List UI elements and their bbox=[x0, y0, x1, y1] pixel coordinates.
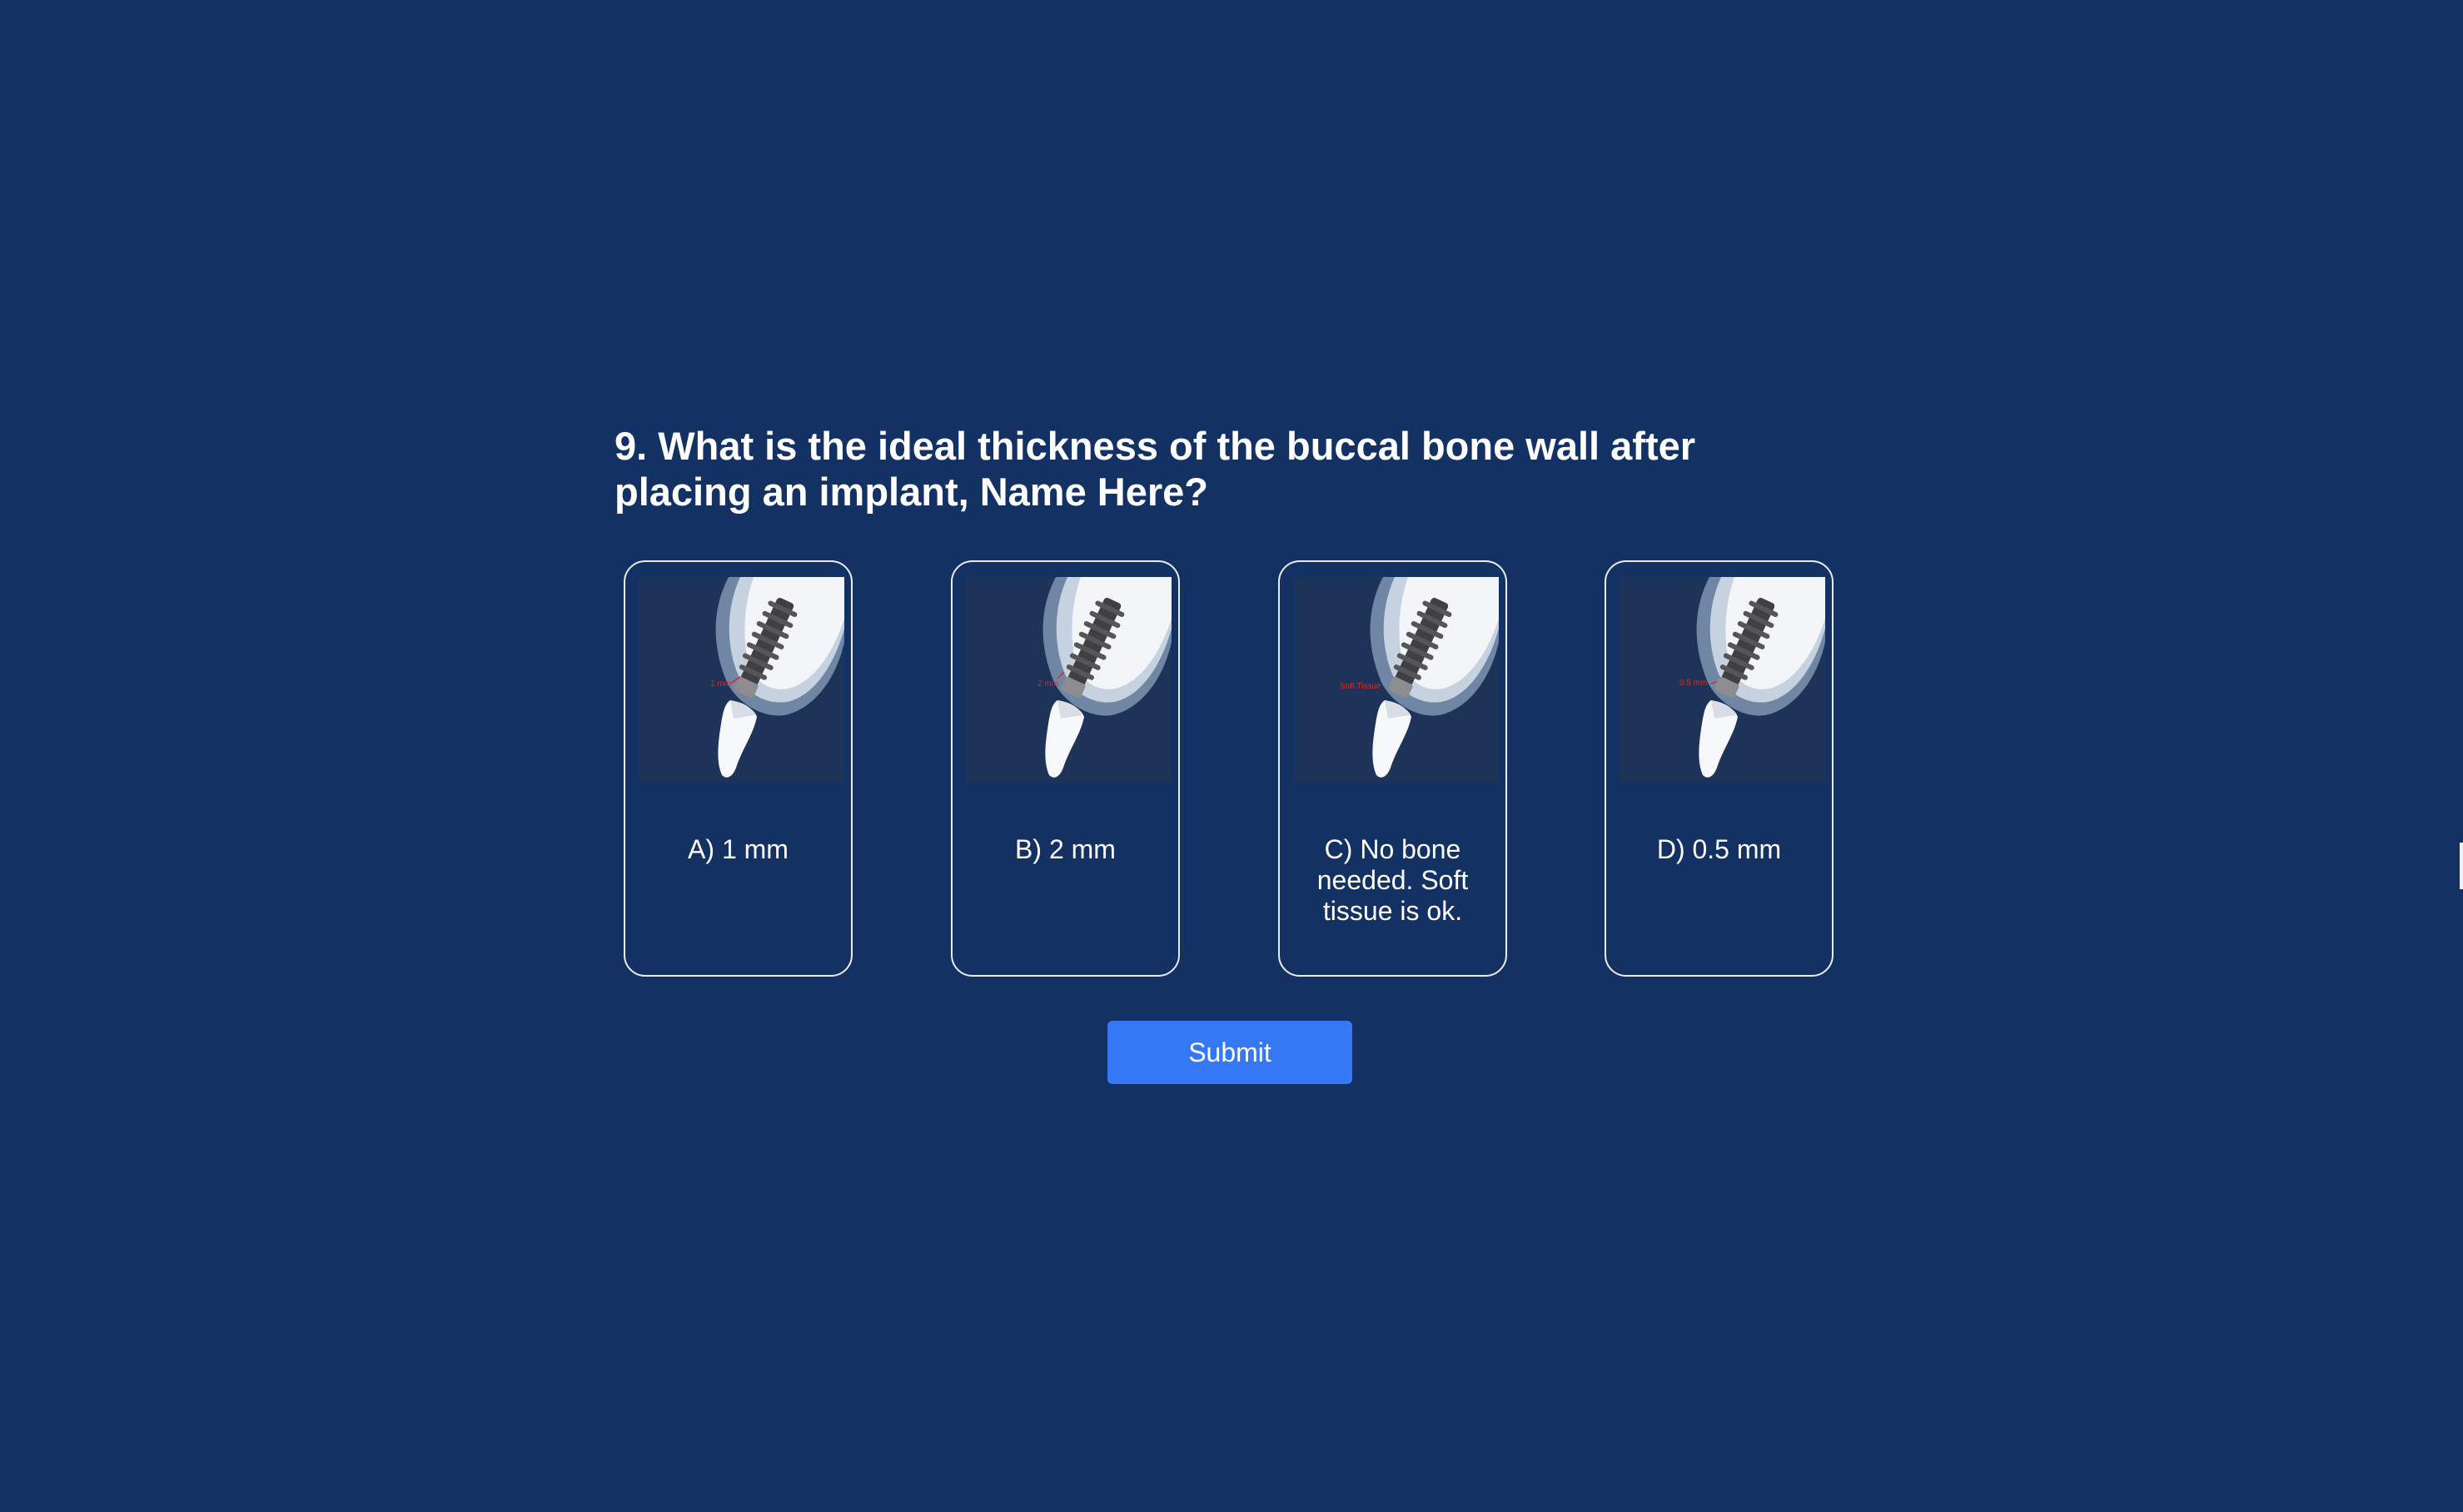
quiz-page: 9. What is the ideal thickness of the bu… bbox=[0, 0, 2463, 1512]
option-card-d[interactable]: 0.5 mm D) 0.5 mm bbox=[1605, 560, 1834, 977]
implant-diagram-image: Soft Tissue bbox=[1293, 577, 1499, 783]
implant-diagram-image: 1 mm bbox=[639, 577, 844, 783]
annotation-label: 1 mm bbox=[710, 679, 731, 689]
annotation-label: Soft Tissue bbox=[1340, 682, 1381, 691]
option-card-a[interactable]: 1 mm A) 1 mm bbox=[624, 560, 853, 977]
annotation-label: 2 mm bbox=[1037, 679, 1058, 689]
option-card-b[interactable]: 2 mm B) 2 mm bbox=[951, 560, 1180, 977]
implant-diagram-image: 2 mm bbox=[966, 577, 1172, 783]
option-label: D) 0.5 mm bbox=[1656, 834, 1782, 864]
question-text: 9. What is the ideal thickness of the bu… bbox=[615, 424, 1696, 514]
option-label: C) No bone needed. Soft tissue is ok. bbox=[1316, 834, 1469, 926]
option-label: A) 1 mm bbox=[688, 834, 789, 864]
annotation-label: 0.5 mm bbox=[1679, 679, 1707, 688]
option-label: B) 2 mm bbox=[1015, 834, 1116, 864]
implant-diagram-image: 0.5 mm bbox=[1620, 577, 1825, 783]
option-card-c[interactable]: Soft Tissue C) No bone needed. Soft tiss… bbox=[1278, 560, 1507, 977]
window-edge-handle bbox=[2460, 843, 2463, 889]
submit-button[interactable]: Submit bbox=[1107, 1021, 1352, 1084]
